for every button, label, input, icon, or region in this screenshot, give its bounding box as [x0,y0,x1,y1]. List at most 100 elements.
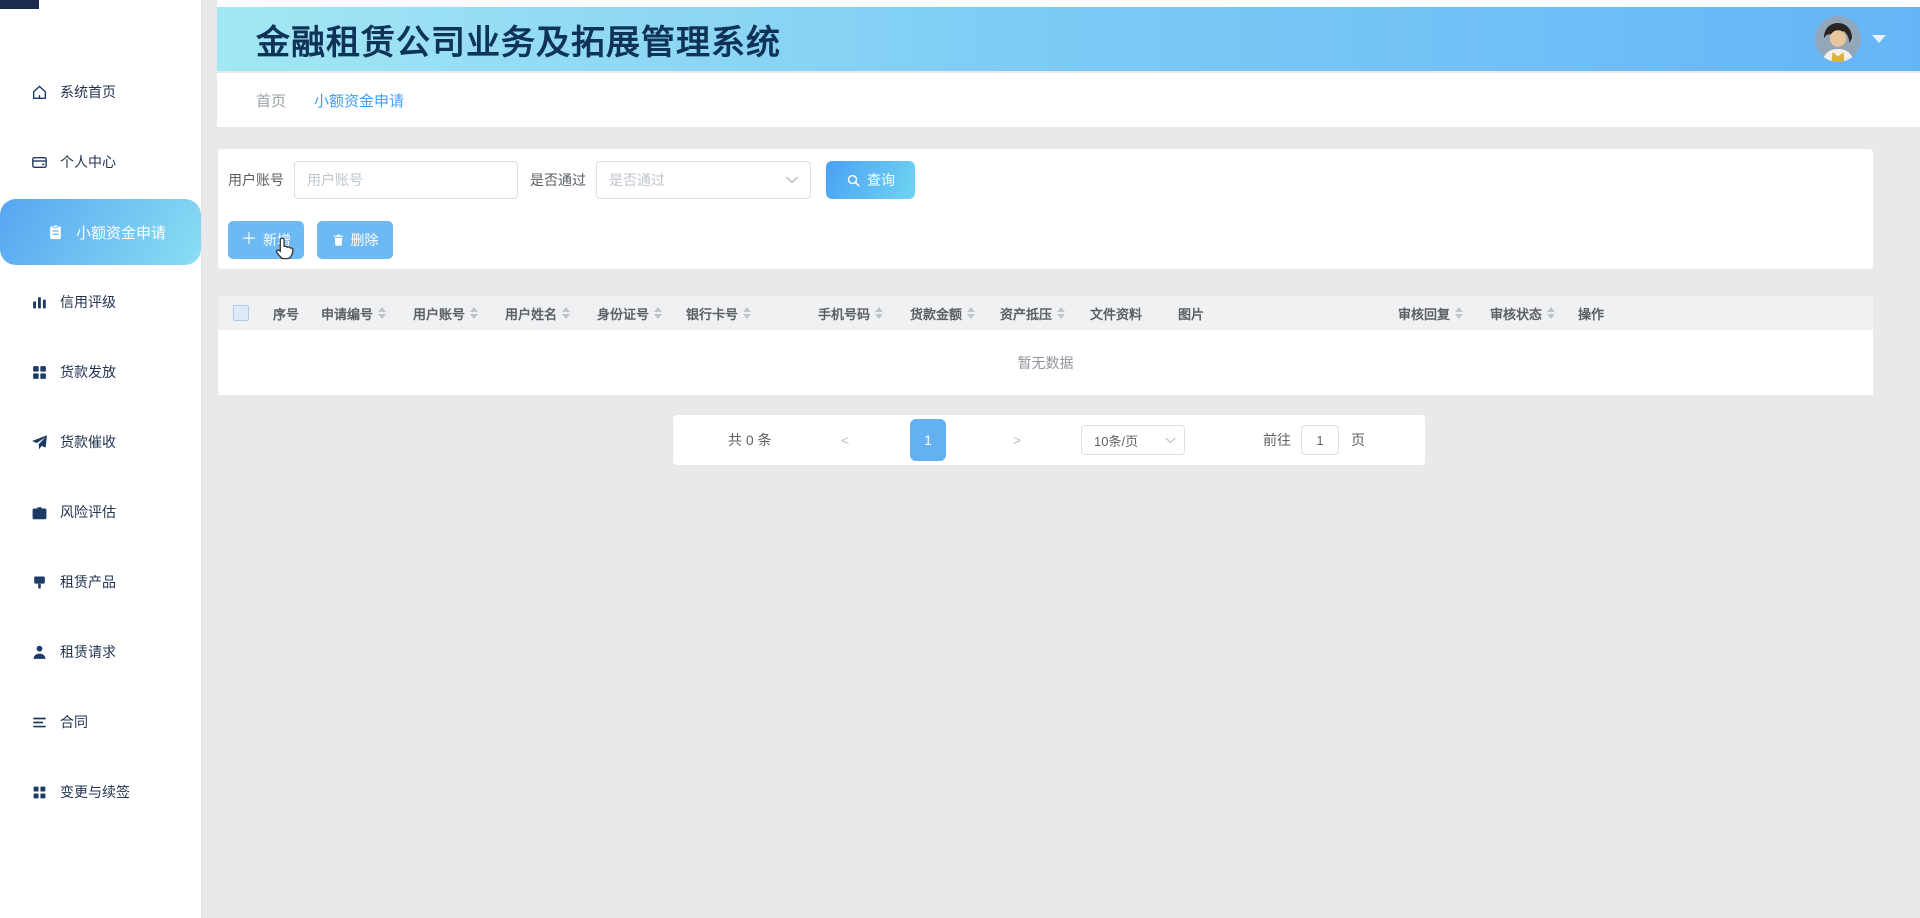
table-empty-row: 暂无数据 [218,330,1873,395]
column-header-asset-pledge[interactable]: 资产抵压 [990,304,1080,323]
page-size-select[interactable]: 10条/页 [1081,425,1185,455]
sidebar-item-label: 货款催收 [60,432,116,452]
bar-chart-icon [31,294,48,311]
column-header-images: 图片 [1168,304,1388,323]
pass-label: 是否通过 [530,170,586,190]
corner-artifact [0,0,39,9]
page-1-button[interactable]: 1 [910,419,946,461]
column-label: 申请编号 [321,304,373,323]
sidebar-item-lease-request[interactable]: 租赁请求 [0,617,201,687]
pagination: 共 0 条 < 1 > 10条/页 前往 页 [673,415,1425,465]
filter-row: 用户账号 是否通过 是否通过 查询 [228,161,915,199]
filter-panel: 用户账号 是否通过 是否通过 查询 ＋ 新增 [218,149,1873,269]
breadcrumb-item-home[interactable]: 首页 [256,90,286,111]
column-label: 文件资料 [1090,304,1142,323]
column-header-name[interactable]: 用户姓名 [495,304,587,323]
sidebar-item-loan-issue[interactable]: 货款发放 [0,337,201,407]
select-all-cell [218,305,263,321]
user-menu[interactable] [1815,16,1886,62]
column-label: 用户姓名 [505,304,557,323]
column-header-phone[interactable]: 手机号码 [808,304,900,323]
data-table: 序号 申请编号 用户账号 用户姓名 身份证号 银行卡号手机号码货款金额 资产抵压 文件资料 图片… [218,296,1873,395]
column-label: 操作 [1578,304,1604,323]
search-button[interactable]: 查询 [826,161,915,199]
sort-carets-icon[interactable] [743,307,751,319]
sort-carets-icon[interactable] [1455,307,1463,319]
sidebar-item-label: 小额资金申请 [76,222,166,243]
goto-label: 前往 [1263,430,1291,450]
sidebar-item-credit-rating[interactable]: 信用评级 [0,267,201,337]
top-strip [217,0,1920,7]
column-header-loan-amount[interactable]: 货款金额 [900,304,990,323]
sort-carets-icon[interactable] [967,307,975,319]
column-header-review-status[interactable]: 审核状态 [1480,304,1568,323]
select-all-checkbox[interactable] [233,305,249,321]
sort-carets-icon[interactable] [654,307,662,319]
sort-carets-icon[interactable] [1547,307,1555,319]
column-label: 用户账号 [413,304,465,323]
add-button[interactable]: ＋ 新增 [228,221,304,259]
grid-small-icon [31,784,48,801]
prev-page-button[interactable]: < [835,431,855,449]
column-header-files: 文件资料 [1080,304,1168,323]
sidebar-item-label: 合同 [60,712,88,732]
chevron-down-icon [786,176,798,184]
sidebar-item-change-renew[interactable]: 变更与续签 [0,757,201,827]
id-card-icon [31,154,48,171]
person-icon [31,644,48,661]
sidebar-item-label: 变更与续签 [60,782,130,802]
delete-button[interactable]: 删除 [317,221,393,259]
column-header-actions: 操作 [1568,304,1873,323]
pass-select-value: 是否通过 [609,170,665,190]
column-header-review-reply[interactable]: 审核回复 [1388,304,1480,323]
stamp-icon [31,574,48,591]
briefcase-icon [31,504,48,521]
sidebar-item-lease-product[interactable]: 租赁产品 [0,547,201,617]
sort-carets-icon[interactable] [562,307,570,319]
send-icon [31,434,48,451]
account-input[interactable] [294,161,518,199]
column-label: 资产抵压 [1000,304,1052,323]
column-header-seq: 序号 [263,304,311,323]
goto-page-input[interactable] [1301,425,1339,455]
sidebar-item-profile[interactable]: 个人中心 [0,127,201,197]
plus-icon: ＋ [241,232,257,248]
empty-text: 暂无数据 [1018,353,1074,373]
sidebar-item-contract[interactable]: 合同 [0,687,201,757]
grid-icon [31,364,48,381]
column-label: 身份证号 [597,304,649,323]
sidebar-item-home[interactable]: 系统首页 [0,57,201,127]
column-label: 货款金额 [910,304,962,323]
next-page-button[interactable]: > [1007,431,1027,449]
column-label: 序号 [273,304,299,323]
goto-unit: 页 [1351,430,1365,450]
delete-button-label: 删除 [351,230,379,250]
page-size-value: 10条/页 [1094,431,1138,450]
column-label: 审核状态 [1490,304,1542,323]
list-icon [31,714,48,731]
column-header-bank-card[interactable]: 银行卡号 [676,304,808,323]
sort-carets-icon[interactable] [875,307,883,319]
sidebar-item-label: 租赁请求 [60,642,116,662]
sidebar-item-label: 风险评估 [60,502,116,522]
pass-select[interactable]: 是否通过 [596,161,811,199]
clipboard-icon [47,224,64,241]
search-icon [846,173,861,188]
sidebar-item-risk-assess[interactable]: 风险评估 [0,477,201,547]
breadcrumb: 首页 小额资金申请 [217,73,1920,127]
sidebar-item-loan-collect[interactable]: 货款催收 [0,407,201,477]
sidebar-item-micro-fund-apply[interactable]: 小额资金申请 [0,199,201,265]
sidebar-item-label: 系统首页 [60,82,116,102]
sort-carets-icon[interactable] [378,307,386,319]
home-icon [31,84,48,101]
column-label: 审核回复 [1398,304,1450,323]
column-header-apply-no[interactable]: 申请编号 [311,304,403,323]
user-caret-icon[interactable] [1872,35,1886,43]
user-avatar[interactable] [1815,16,1861,62]
column-header-account[interactable]: 用户账号 [403,304,495,323]
breadcrumb-item-micro-fund-apply[interactable]: 小额资金申请 [314,90,404,111]
column-header-id-card[interactable]: 身份证号 [587,304,676,323]
add-button-label: 新增 [263,230,291,250]
sort-carets-icon[interactable] [1057,307,1065,319]
sort-carets-icon[interactable] [470,307,478,319]
